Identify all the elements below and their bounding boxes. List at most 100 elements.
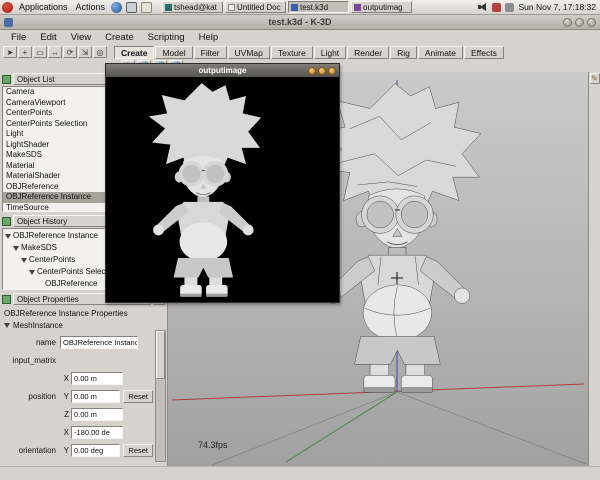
rotate-tool-icon[interactable]: ⟳ <box>63 46 77 58</box>
distro-menu-icon[interactable] <box>2 2 13 13</box>
combo-label: Object List <box>17 75 55 84</box>
expander-open-icon[interactable] <box>13 246 19 251</box>
document-window-icon <box>228 4 235 11</box>
menu-scripting[interactable]: Scripting <box>141 31 192 44</box>
rendered-character-image <box>106 77 339 302</box>
toolbox-tabs: Create Model Filter UVMap Texture Light … <box>114 46 505 59</box>
orientation-x-field[interactable]: -180.00 de <box>71 426 123 439</box>
actions-menu[interactable]: Actions <box>76 2 106 12</box>
right-panel-strip: ✎ <box>588 72 600 466</box>
select-box-icon[interactable]: ▭ <box>33 46 47 58</box>
mail-launcher-icon[interactable] <box>141 2 152 13</box>
render-window-titlebar[interactable]: outputimage <box>106 64 339 77</box>
panel-color-icon[interactable] <box>2 75 11 84</box>
render-output-window[interactable]: outputimage <box>105 63 340 303</box>
position-z-field[interactable]: 0.00 m <box>71 408 123 421</box>
x-axis-label: X <box>60 428 69 437</box>
position-reset-button[interactable]: Reset <box>123 390 153 403</box>
tab-filter[interactable]: Filter <box>194 46 227 59</box>
tab-render[interactable]: Render <box>347 46 389 59</box>
move-tool-icon[interactable]: ↔ <box>48 46 62 58</box>
position-x-field[interactable]: 0.00 m <box>71 372 123 385</box>
tree-label: MakeSDS <box>21 242 57 254</box>
task-label: test.k3d <box>300 3 328 12</box>
tree-label: CenterPoints <box>29 254 75 266</box>
properties-fields: name OBJReference Instance input_matrix … <box>2 333 153 463</box>
volume-icon[interactable] <box>478 3 488 12</box>
section-label: MeshInstance <box>13 321 63 330</box>
menu-help[interactable]: Help <box>192 31 226 44</box>
tab-animate[interactable]: Animate <box>418 46 463 59</box>
image-window-icon <box>354 4 361 11</box>
panel-color-icon[interactable] <box>2 217 11 226</box>
k3d-titlebar[interactable]: test.k3d - K-3D <box>0 15 600 30</box>
snap-tool-icon[interactable]: ◎ <box>93 46 107 58</box>
maximize-button[interactable] <box>318 67 326 75</box>
mesh-instance-section[interactable]: MeshInstance <box>0 319 167 331</box>
panel-color-icon[interactable] <box>2 295 11 304</box>
network-tray-icon[interactable] <box>505 3 514 12</box>
menu-view[interactable]: View <box>64 31 98 44</box>
expander-open-icon[interactable] <box>4 323 10 328</box>
browser-launcher-icon[interactable] <box>111 2 122 13</box>
gnome-top-panel: Applications Actions tshead@kat Untitled… <box>0 0 600 15</box>
menubar: File Edit View Create Scripting Help <box>0 30 600 45</box>
y-axis-line <box>286 392 397 462</box>
orientation-reset-button[interactable]: Reset <box>123 444 153 457</box>
name-field[interactable]: OBJReference Instance <box>60 336 138 349</box>
close-button[interactable] <box>587 18 596 27</box>
z-axis-label: Z <box>60 410 69 419</box>
minimize-button[interactable] <box>308 67 316 75</box>
menu-create[interactable]: Create <box>98 31 141 44</box>
status-tray-icon[interactable] <box>492 3 501 12</box>
combo-label: Object History <box>17 217 67 226</box>
scrollbar-thumb[interactable] <box>156 331 165 379</box>
expander-open-icon[interactable] <box>21 258 27 263</box>
menu-edit[interactable]: Edit <box>33 31 63 44</box>
fps-counter: 74.3fps <box>198 440 228 450</box>
task-button-k3d[interactable]: test.k3d <box>288 1 349 13</box>
expander-open-icon[interactable] <box>29 270 35 275</box>
maximize-button[interactable] <box>575 18 584 27</box>
task-button-document[interactable]: Untitled Doc <box>225 1 286 13</box>
tab-create[interactable]: Create <box>114 46 154 59</box>
properties-subtitle: OBJReference Instance Properties <box>0 306 167 319</box>
expander-open-icon[interactable] <box>5 234 11 239</box>
character-wireframe-model[interactable] <box>319 84 481 393</box>
menu-file[interactable]: File <box>4 31 33 44</box>
tab-effects[interactable]: Effects <box>464 46 504 59</box>
properties-scrollbar[interactable] <box>155 330 166 462</box>
tab-model[interactable]: Model <box>155 46 192 59</box>
scale-tool-icon[interactable]: ⇲ <box>78 46 92 58</box>
render-window-title: outputimage <box>106 66 339 75</box>
name-label: name <box>2 338 60 347</box>
render-output-image <box>106 77 339 302</box>
y-axis-label: Y <box>60 392 69 401</box>
tab-rig[interactable]: Rig <box>390 46 417 59</box>
panel-clock[interactable]: Sun Nov 7, 17:18:32 <box>518 2 596 12</box>
select-arrow-icon[interactable]: ➤ <box>3 46 17 58</box>
position-y-field[interactable]: 0.00 m <box>71 390 120 403</box>
position-label: position <box>2 392 60 401</box>
applications-menu[interactable]: Applications <box>19 2 68 12</box>
orientation-y-field[interactable]: 0.00 deg <box>71 444 120 457</box>
main-toolbar: ➤ + ▭ ↔ ⟳ ⇲ ◎ Create Model Filter UVMap … <box>0 45 600 59</box>
edit-icon[interactable]: ✎ <box>590 73 600 84</box>
close-button[interactable] <box>328 67 336 75</box>
tab-uvmap[interactable]: UVMap <box>228 46 270 59</box>
task-label: tshead@kat <box>174 3 217 12</box>
field-row-position-z: Z 0.00 m <box>2 405 153 423</box>
field-row-orientation-y: orientation Y 0.00 deg Reset <box>2 441 153 459</box>
field-row-orientation-x: X -180.00 de <box>2 423 153 441</box>
field-row-input-matrix: input_matrix <box>2 351 153 369</box>
task-button-terminal[interactable]: tshead@kat <box>162 1 223 13</box>
task-button-outputimage[interactable]: outputimag <box>351 1 412 13</box>
field-row-position-y: position Y 0.00 m Reset <box>2 387 153 405</box>
orientation-label: orientation <box>2 446 60 455</box>
tab-light[interactable]: Light <box>314 46 346 59</box>
select-plus-icon[interactable]: + <box>18 46 32 58</box>
tab-texture[interactable]: Texture <box>271 46 313 59</box>
terminal-launcher-icon[interactable] <box>126 2 137 13</box>
minimize-button[interactable] <box>563 18 572 27</box>
tree-label: OBJReference <box>45 278 97 290</box>
